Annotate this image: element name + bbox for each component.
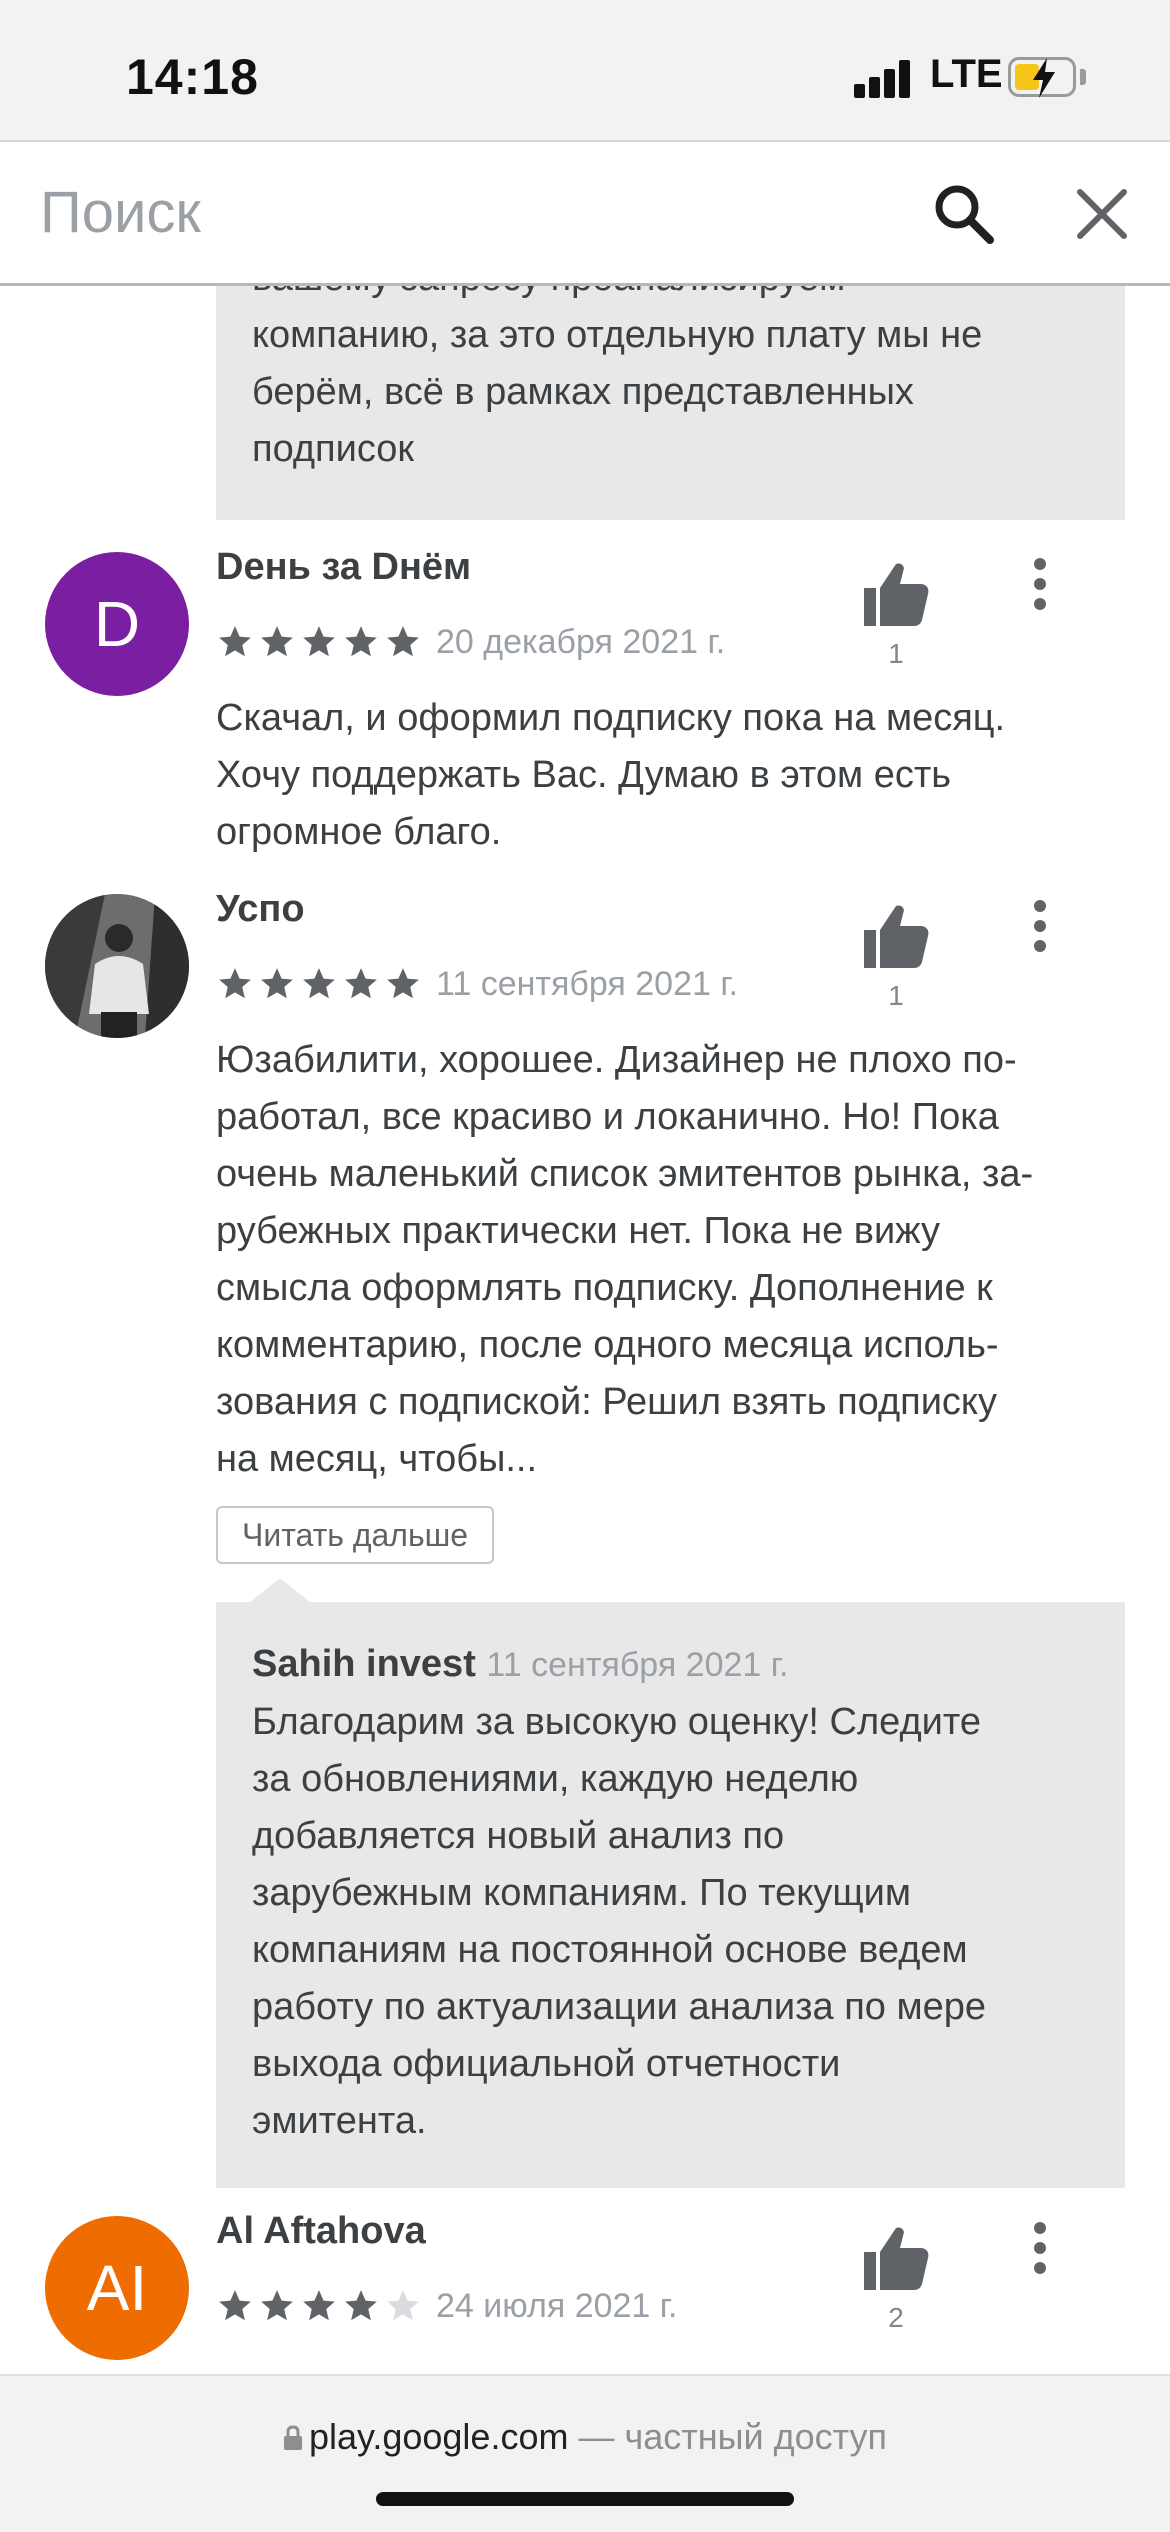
star-rating: 20 декабря 2021 г. <box>216 622 725 662</box>
thumbs-up-icon[interactable] <box>860 900 932 972</box>
network-type: LTE <box>930 52 1003 96</box>
thumbs-up-icon[interactable] <box>860 558 932 630</box>
star-rating: 24 июля 2021 г. <box>216 2286 678 2326</box>
star-filled-icon <box>387 968 419 999</box>
review-date: 24 июля 2021 г. <box>436 2286 678 2325</box>
reply-line: выхода официальной отчетности <box>252 2043 841 2085</box>
reply-author: Sahih invest <box>252 1643 476 1685</box>
star-filled-icon <box>345 2290 377 2321</box>
avatar-letter: D <box>93 588 141 660</box>
search-icon[interactable] <box>928 178 1000 250</box>
search-bar <box>0 140 1170 286</box>
developer-reply: вашему запросу проанализируем компанию, … <box>216 286 1125 520</box>
close-icon[interactable] <box>1070 182 1134 246</box>
reply-notch <box>250 1578 310 1602</box>
review-line: смысла оформлять подписку. Дополнение к <box>216 1267 993 1309</box>
review-date: 11 сентября 2021 г. <box>436 964 739 1003</box>
reply-line: работу по актуализации анализа по мере <box>252 1986 987 2028</box>
star-filled-icon <box>261 2290 293 2321</box>
reviews-list[interactable]: вашему запросу проанализируем компанию, … <box>0 286 1170 2374</box>
more-vert-icon[interactable] <box>1025 556 1055 612</box>
review-line: Скачал, и оформил подписку пока на месяц… <box>216 697 1006 739</box>
star-filled-icon <box>261 968 293 999</box>
review-line: рубежных практически нет. Пока не вижу <box>216 1210 941 1252</box>
reply-line: компаниям на постоянной основе ведем <box>252 1929 968 1971</box>
reply-line: подписок <box>252 428 415 470</box>
star-filled-icon <box>387 626 419 657</box>
review-author: Успо <box>216 888 305 930</box>
avatar: AI <box>45 2216 189 2360</box>
user-photo-icon <box>45 894 189 1038</box>
battery-cap <box>1080 69 1086 85</box>
review-line: очень маленький список эмитентов рынка, … <box>216 1153 1034 1195</box>
reply-line: добавляется новый анализ по <box>252 1815 785 1857</box>
battery-charging-icon <box>1008 57 1076 98</box>
reply-date: 11 сентября 2021 г. <box>486 1646 789 1684</box>
review-line: огромное благо. <box>216 811 502 853</box>
status-time: 14:18 <box>126 49 259 105</box>
review-line: Хочу поддержать Вас. Думаю в этом есть <box>216 754 952 796</box>
home-indicator[interactable] <box>376 2492 794 2506</box>
more-vert-icon[interactable] <box>1025 898 1055 954</box>
reply-line: компанию, за это отдельную плату мы не <box>252 314 983 356</box>
more-vert-icon[interactable] <box>1025 2220 1055 2276</box>
cellular-signal-icon <box>854 60 914 98</box>
review-line: работал, все красиво и локанично. Но! По… <box>216 1096 999 1138</box>
lock-icon <box>283 2425 302 2450</box>
star-filled-icon <box>219 968 251 999</box>
helpful-count: 1 <box>888 638 904 669</box>
helpful-count: 1 <box>888 980 904 1011</box>
star-filled-icon <box>345 968 377 999</box>
url-host[interactable]: play.google.com <box>309 2416 569 2457</box>
star-filled-icon <box>219 2290 251 2321</box>
avatar-letter: AI <box>86 2252 148 2324</box>
developer-reply: Sahih invest 11 сентября 2021 г. Благода… <box>216 1602 1125 2188</box>
search-input[interactable] <box>40 172 880 252</box>
private-access-label: — частный доступ <box>568 2416 888 2457</box>
review-line: зования с подпиской: Решил взять подписк… <box>216 1381 997 1423</box>
review-author: Dень за Dнём <box>216 546 472 588</box>
review-line: комментарию, после одного месяца исполь- <box>216 1324 999 1366</box>
review-date: 20 декабря 2021 г. <box>436 622 726 661</box>
helpful-count: 2 <box>888 2302 904 2333</box>
avatar: D <box>45 552 189 696</box>
reply-line: берём, всё в рамках представленных <box>252 371 914 413</box>
reply-line: вашему запросу проанализируем <box>252 286 1089 307</box>
star-empty-icon <box>387 2290 419 2321</box>
avatar <box>45 894 189 1038</box>
star-filled-icon <box>219 626 251 657</box>
star-filled-icon <box>303 968 335 999</box>
star-filled-icon <box>261 626 293 657</box>
review-author: Al Aftahova <box>216 2210 426 2252</box>
status-bar: 14:18 LTE <box>0 0 1170 140</box>
reply-line: эмитента. <box>252 2100 427 2142</box>
star-filled-icon <box>345 626 377 657</box>
star-rating: 11 сентября 2021 г. <box>216 964 738 1004</box>
reply-line: за обновлениями, каждую неделю <box>252 1758 859 1800</box>
read-more-button[interactable]: Читать дальше <box>216 1506 495 1564</box>
star-filled-icon <box>303 626 335 657</box>
review-text: Юзабилити, хорошее. Дизайнер не плохо по… <box>216 1032 1131 1488</box>
browser-address-bar[interactable]: play.google.com — частный доступ <box>0 2374 1170 2532</box>
review-line: на месяц, чтобы... <box>216 1438 538 1480</box>
reply-line: зарубежным компаниям. По текущим <box>252 1872 911 1914</box>
reply-line: Благодарим за высокую оценку! Следите <box>252 1701 981 1743</box>
thumbs-up-icon[interactable] <box>860 2222 932 2294</box>
review-line: Юзабилити, хорошее. Дизайнер не плохо по… <box>216 1039 1017 1081</box>
review-text: Скачал, и оформил подписку пока на месяц… <box>216 690 1131 861</box>
star-filled-icon <box>303 2290 335 2321</box>
